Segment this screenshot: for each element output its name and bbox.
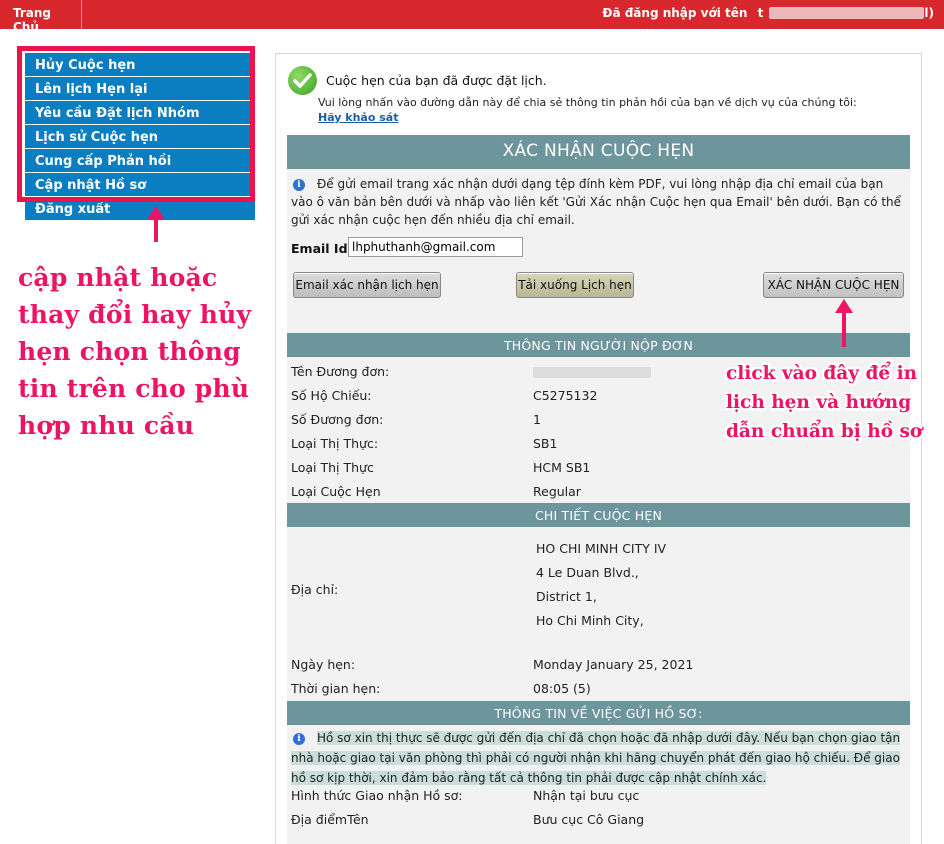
card-title: XÁC NHẬN CUỘC HẸN — [287, 135, 910, 169]
masked-name — [533, 367, 651, 378]
arrow-up-icon — [835, 299, 853, 347]
passport-label: Số Hộ Chiếu: — [291, 388, 372, 403]
application-number-label: Số Đương đơn: — [291, 412, 384, 427]
delivery-location-value: Bưu cục Cô Giang — [533, 812, 645, 827]
email-confirmation-button[interactable]: Email xác nhận lịch hẹn — [293, 272, 441, 298]
appointment-time-value: 08:05 (5) — [533, 681, 591, 696]
visa-class-label: Loại Thị Thực — [291, 460, 374, 475]
documents-info: Hồ sơ xin thị thực sẽ được gửi đến địa c… — [291, 728, 905, 788]
confirmation-card: XÁC NHẬN CUỘC HẸN i Để gửi email trang x… — [287, 135, 910, 844]
documents-section-header: THÔNG TIN VỀ VIỆC GỬI HỒ SƠ: — [287, 701, 910, 725]
survey-prompt: Vui lòng nhấn vào đường dẫn này để chia … — [318, 96, 857, 109]
appointment-date-value: Monday January 25, 2021 — [533, 657, 694, 672]
login-start: t — [757, 6, 764, 20]
appointment-date-label: Ngày hẹn: — [291, 657, 356, 672]
address-line: District 1, — [536, 589, 597, 604]
appointment-time-label: Thời gian hẹn: — [291, 681, 381, 696]
address-line: 4 Le Duan Blvd., — [536, 565, 639, 580]
email-label: Email Id: — [291, 241, 353, 256]
home-link[interactable]: Trang Chủ — [0, 0, 82, 34]
download-appointment-button[interactable]: Tải xuống Lịch hẹn — [516, 272, 634, 298]
arrow-up-icon — [147, 206, 165, 242]
delivery-method-label: Hình thức Giao nhận Hồ sơ: — [291, 788, 463, 803]
appointment-section-header: CHI TIẾT CUỘC HẸN — [287, 503, 910, 527]
survey-link[interactable]: Hãy khảo sát — [318, 111, 398, 124]
appointment-type-value: Regular — [533, 484, 581, 499]
main-panel: Cuộc hẹn của bạn đã được đặt lịch. Vui l… — [275, 53, 922, 844]
visa-type-label: Loại Thị Thực: — [291, 436, 379, 451]
sidebar-highlight-box — [17, 46, 255, 202]
address-block: HO CHI MINH CITY IV 4 Le Duan Blvd., Dis… — [536, 537, 666, 633]
applicant-name-label: Tên Đương đơn: — [291, 364, 390, 379]
visa-class-value: HCM SB1 — [533, 460, 591, 475]
delivery-location-label: Địa điểmTên — [291, 812, 369, 827]
applicant-section-header: THÔNG TIN NGƯỜI NỘP ĐƠN — [287, 333, 910, 357]
address-line: HO CHI MINH CITY IV — [536, 541, 667, 556]
confirm-appointment-button[interactable]: XÁC NHẬN CUỘC HẸN — [763, 272, 904, 298]
login-end: l) — [924, 6, 934, 20]
login-status: Đã đăng nhập với tên t l) — [602, 6, 934, 20]
application-number-value: 1 — [533, 412, 541, 427]
annotation-right: click vào đây để in lịch hẹn và hướng dẫ… — [726, 363, 923, 442]
masked-username — [769, 7, 925, 19]
delivery-method-value: Nhận tại bưu cục — [533, 788, 640, 803]
confirmation-title: Cuộc hẹn của bạn đã được đặt lịch. — [326, 73, 547, 88]
passport-value: C5275132 — [533, 388, 598, 403]
check-circle-icon — [288, 66, 317, 95]
annotation-left: cập nhật hoặc thay đổi hay hủy hẹn chọn … — [18, 263, 252, 440]
email-instructions: Để gửi email trang xác nhận dưới dạng tệ… — [291, 177, 902, 227]
visa-type-value: SB1 — [533, 436, 558, 451]
login-prefix: Đã đăng nhập với tên — [602, 6, 748, 20]
address-line: Ho Chi Minh City, — [536, 613, 644, 628]
appointment-type-label: Loại Cuộc Hẹn — [291, 484, 381, 499]
app-root: Trang Chủ Đã đăng nhập với tên t l) Hủy C… — [0, 0, 944, 844]
address-label: Địa chỉ: — [291, 582, 339, 597]
applicant-name-value — [533, 364, 651, 379]
top-bar: Trang Chủ Đã đăng nhập với tên t l) — [0, 0, 944, 34]
email-field[interactable] — [348, 237, 523, 257]
documents-info-text: Hồ sơ xin thị thực sẽ được gửi đến địa c… — [291, 731, 901, 785]
